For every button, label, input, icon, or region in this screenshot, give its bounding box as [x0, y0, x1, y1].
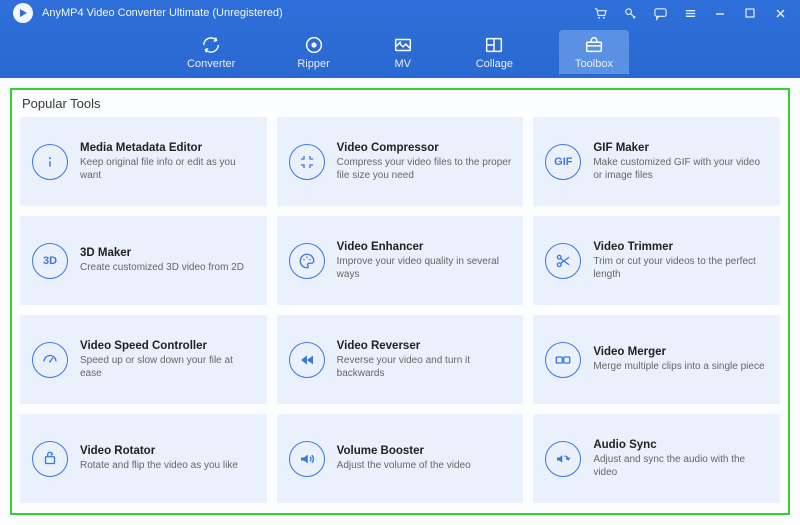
- tab-label: Toolbox: [575, 58, 613, 70]
- palette-icon: [289, 243, 325, 279]
- tab-toolbox[interactable]: Toolbox: [559, 30, 629, 74]
- tool-title: Video Rotator: [80, 445, 255, 457]
- gif-icon: GIF: [545, 144, 581, 180]
- titlebar: AnyMP4 Video Converter Ultimate (Unregis…: [0, 0, 800, 26]
- tab-label: Ripper: [297, 58, 329, 70]
- tool-title: Volume Booster: [337, 445, 512, 457]
- popular-tools-panel: Popular Tools Media Metadata Editor Keep…: [10, 88, 790, 515]
- tool-desc: Create customized 3D video from 2D: [80, 261, 255, 274]
- tool-video-speed-controller[interactable]: Video Speed Controller Speed up or slow …: [20, 315, 267, 404]
- menu-icon[interactable]: [682, 5, 698, 21]
- tool-volume-booster[interactable]: Volume Booster Adjust the volume of the …: [277, 414, 524, 503]
- key-icon[interactable]: [622, 5, 638, 21]
- tool-desc: Keep original file info or edit as you w…: [80, 156, 255, 182]
- header: AnyMP4 Video Converter Ultimate (Unregis…: [0, 0, 800, 78]
- tool-title: Video Enhancer: [337, 241, 512, 253]
- tool-title: Video Reverser: [337, 340, 512, 352]
- tool-desc: Merge multiple clips into a single piece: [593, 360, 768, 373]
- tool-title: Media Metadata Editor: [80, 142, 255, 154]
- tool-video-merger[interactable]: Video Merger Merge multiple clips into a…: [533, 315, 780, 404]
- tool-desc: Compress your video files to the proper …: [337, 156, 512, 182]
- tool-desc: Improve your video quality in several wa…: [337, 255, 512, 281]
- chat-icon[interactable]: [652, 5, 668, 21]
- tools-grid: Media Metadata Editor Keep original file…: [20, 117, 780, 503]
- tab-mv[interactable]: MV: [376, 30, 430, 74]
- tab-converter[interactable]: Converter: [171, 30, 251, 74]
- merge-icon: [545, 342, 581, 378]
- rewind-icon: [289, 342, 325, 378]
- compress-icon: [289, 144, 325, 180]
- tab-ripper[interactable]: Ripper: [281, 30, 345, 74]
- tool-desc: Rotate and flip the video as you like: [80, 459, 255, 472]
- cart-icon[interactable]: [592, 5, 608, 21]
- tool-gif-maker[interactable]: GIF GIF Maker Make customized GIF with y…: [533, 117, 780, 206]
- tab-label: Collage: [476, 58, 513, 70]
- tab-label: Converter: [187, 58, 235, 70]
- tool-title: Video Compressor: [337, 142, 512, 154]
- tool-audio-sync[interactable]: Audio Sync Adjust and sync the audio wit…: [533, 414, 780, 503]
- tool-title: Video Merger: [593, 346, 768, 358]
- volume-icon: [289, 441, 325, 477]
- tool-desc: Reverse your video and turn it backwards: [337, 354, 512, 380]
- tool-title: Video Trimmer: [593, 241, 768, 253]
- tool-desc: Speed up or slow down your file at ease: [80, 354, 255, 380]
- scissors-icon: [545, 243, 581, 279]
- tool-title: GIF Maker: [593, 142, 768, 154]
- tool-media-metadata-editor[interactable]: Media Metadata Editor Keep original file…: [20, 117, 267, 206]
- tab-collage[interactable]: Collage: [460, 30, 529, 74]
- close-button[interactable]: [772, 5, 788, 21]
- mv-icon: [392, 34, 414, 56]
- tool-title: 3D Maker: [80, 247, 255, 259]
- tool-desc: Make customized GIF with your video or i…: [593, 156, 768, 182]
- rotate-icon: [32, 441, 68, 477]
- tool-title: Video Speed Controller: [80, 340, 255, 352]
- body: Popular Tools Media Metadata Editor Keep…: [0, 78, 800, 525]
- ripper-icon: [303, 34, 325, 56]
- 3d-icon: 3D: [32, 243, 68, 279]
- app-logo-icon: [10, 0, 36, 26]
- tool-desc: Trim or cut your videos to the perfect l…: [593, 255, 768, 281]
- converter-icon: [200, 34, 222, 56]
- app-window: AnyMP4 Video Converter Ultimate (Unregis…: [0, 0, 800, 525]
- collage-icon: [483, 34, 505, 56]
- tool-video-compressor[interactable]: Video Compressor Compress your video fil…: [277, 117, 524, 206]
- tool-video-reverser[interactable]: Video Reverser Reverse your video and tu…: [277, 315, 524, 404]
- maximize-button[interactable]: [742, 5, 758, 21]
- main-tabs: Converter Ripper MV Collage: [0, 26, 800, 78]
- app-title: AnyMP4 Video Converter Ultimate (Unregis…: [42, 7, 283, 19]
- toolbox-icon: [583, 34, 605, 56]
- speed-icon: [32, 342, 68, 378]
- titlebar-actions: [592, 5, 792, 21]
- tool-video-enhancer[interactable]: Video Enhancer Improve your video qualit…: [277, 216, 524, 305]
- info-icon: [32, 144, 68, 180]
- sync-icon: [545, 441, 581, 477]
- minimize-button[interactable]: [712, 5, 728, 21]
- tab-label: MV: [394, 58, 411, 70]
- tool-title: Audio Sync: [593, 439, 768, 451]
- tool-video-trimmer[interactable]: Video Trimmer Trim or cut your videos to…: [533, 216, 780, 305]
- tool-desc: Adjust the volume of the video: [337, 459, 512, 472]
- tool-3d-maker[interactable]: 3D 3D Maker Create customized 3D video f…: [20, 216, 267, 305]
- panel-heading: Popular Tools: [20, 94, 780, 117]
- tool-video-rotator[interactable]: Video Rotator Rotate and flip the video …: [20, 414, 267, 503]
- tool-desc: Adjust and sync the audio with the video: [593, 453, 768, 479]
